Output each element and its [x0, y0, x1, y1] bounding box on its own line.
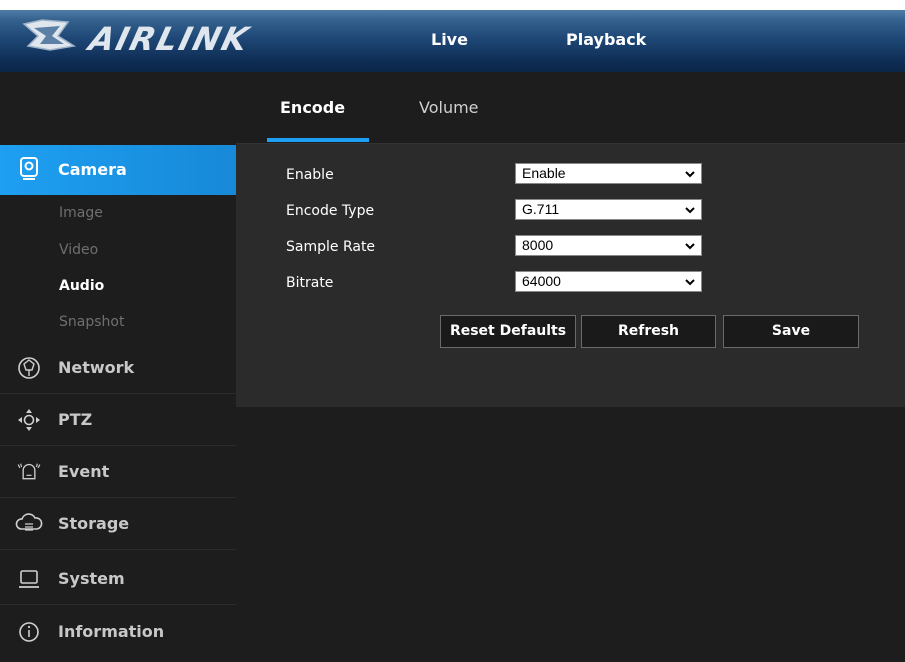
encode-type-select[interactable]: G.711 [515, 199, 702, 220]
sidebar-subitem-image[interactable]: Image [59, 205, 103, 221]
sample-rate-label: Sample Rate [286, 239, 376, 255]
sidebar-item-system-label: System [58, 569, 125, 588]
ptz-icon [18, 409, 40, 431]
sidebar-item-system[interactable]: System [0, 553, 236, 605]
enable-select[interactable]: Enable [515, 163, 702, 184]
enable-label: Enable [286, 167, 334, 183]
sidebar-subitem-video[interactable]: Video [59, 242, 98, 258]
info-icon [19, 622, 39, 642]
save-button[interactable]: Save [723, 315, 859, 348]
top-header: AIRLINK Live Playback [0, 0, 905, 72]
reset-defaults-button[interactable]: Reset Defaults [440, 315, 576, 348]
enable-select-value: Enable [522, 165, 566, 181]
encode-type-select-value: G.711 [522, 201, 560, 217]
sidebar-item-camera[interactable]: Camera [0, 145, 246, 195]
encode-type-label: Encode Type [286, 203, 375, 219]
sidebar-item-storage[interactable]: Storage [0, 498, 236, 550]
sidebar-item-event-label: Event [58, 462, 110, 481]
bitrate-label: Bitrate [286, 275, 334, 291]
tab-volume[interactable]: Volume [419, 98, 479, 117]
sidebar-item-network-label: Network [58, 358, 135, 377]
sidebar-item-ptz-label: PTZ [58, 410, 93, 429]
chevron-down-icon [685, 279, 695, 286]
content-empty-area [236, 407, 905, 662]
sidebar-subitem-snapshot[interactable]: Snapshot [59, 314, 124, 330]
network-icon [18, 357, 40, 379]
sidebar-item-event[interactable]: Event [0, 446, 236, 498]
header-top-border [0, 0, 905, 10]
brand-wordmark: AIRLINK [85, 20, 254, 58]
nav-playback-link[interactable]: Playback [566, 30, 646, 49]
bitrate-select[interactable]: 64000 [515, 271, 702, 292]
tab-bar: Encode Volume [236, 72, 905, 144]
sidebar-item-storage-label: Storage [58, 514, 130, 533]
nav-live-link[interactable]: Live [431, 30, 468, 49]
sidebar-item-camera-label: Camera [58, 160, 127, 179]
camera-icon [20, 157, 38, 180]
active-tab-indicator [267, 138, 369, 142]
storage-cloud-icon [15, 513, 43, 531]
sidebar-item-information[interactable]: Information [0, 606, 236, 658]
chevron-down-icon [685, 243, 695, 250]
sample-rate-select[interactable]: 8000 [515, 235, 702, 256]
audio-encode-form: Enable Enable Encode Type G.711 Sample R… [236, 144, 905, 407]
sample-rate-select-value: 8000 [522, 237, 554, 253]
bitrate-select-value: 64000 [522, 273, 561, 289]
chevron-down-icon [685, 207, 695, 214]
event-alarm-icon [17, 463, 41, 480]
sidebar-item-ptz[interactable]: PTZ [0, 394, 236, 446]
system-monitor-icon [19, 570, 39, 588]
tab-encode[interactable]: Encode [280, 98, 345, 117]
chevron-down-icon [685, 171, 695, 178]
sidebar-item-information-label: Information [58, 622, 165, 641]
brand-logo: AIRLINK [20, 14, 290, 58]
refresh-button[interactable]: Refresh [581, 315, 716, 348]
sidebar-item-network[interactable]: Network [0, 342, 236, 394]
sidebar-subitem-audio[interactable]: Audio [59, 278, 104, 294]
airlink-logo-icon [22, 19, 77, 51]
